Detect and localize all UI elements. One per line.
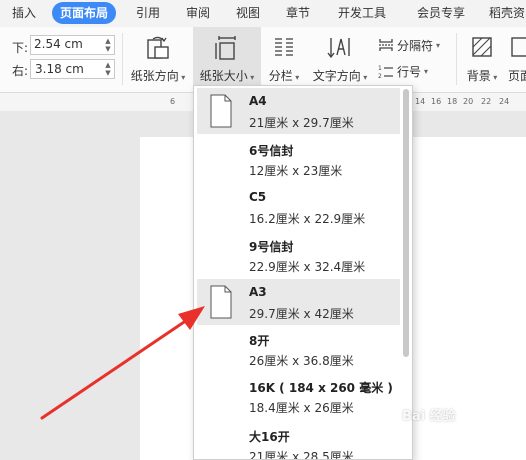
columns-label: 分栏 <box>268 69 293 83</box>
svg-text:2: 2 <box>378 73 382 79</box>
paper-size-dropdown: A4 21厘米 x 29.7厘米 6号信封 12厘米 x 23厘米 C5 16.… <box>193 85 413 460</box>
chevron-down-icon: ▾ <box>178 73 186 82</box>
background-button[interactable]: 背景 ▾ <box>460 27 504 90</box>
orientation-button[interactable]: 纸张方向 ▾ <box>126 27 190 90</box>
chevron-down-icon: ▾ <box>424 66 429 76</box>
paper-size-option-c5[interactable]: C5 16.2厘米 x 22.9厘米 <box>197 184 400 230</box>
option-name: 9号信封 <box>249 240 294 254</box>
paper-size-option-16k[interactable]: 16K ( 184 x 260 毫米 ) 18.4厘米 x 26厘米 <box>197 373 400 419</box>
separator-button[interactable]: 分隔符 ▾ <box>378 35 440 55</box>
watermark: Bai 经验 <box>402 409 456 424</box>
tab-sections[interactable]: 章节 <box>286 2 310 24</box>
paper-size-option-a3[interactable]: A3 29.7厘米 x 42厘米 <box>197 279 400 325</box>
option-size: 18.4厘米 x 26厘米 <box>249 401 354 415</box>
separator-icon <box>379 39 393 51</box>
ribbon-toolbar: ▲ ▼ 下: 2.54 cm 右: 3.18 cm ▲ ▼ 纸张方向 ▾ 纸张大… <box>0 27 526 93</box>
text-direction-button[interactable]: 文字方向 ▾ <box>308 27 372 90</box>
svg-text:1: 1 <box>378 65 382 72</box>
background-label: 背景 <box>466 69 491 83</box>
ruler-number: 24 <box>499 97 510 106</box>
option-name: 16K ( 184 x 260 毫米 ) <box>249 381 393 395</box>
ruler-number: 20 <box>463 97 474 106</box>
columns-button[interactable]: 分栏 ▾ <box>264 27 304 90</box>
option-size: 16.2厘米 x 22.9厘米 <box>249 212 366 226</box>
option-name: 大16开 <box>249 430 290 444</box>
tab-member[interactable]: 会员专享 <box>417 2 465 24</box>
page-border-icon <box>511 37 526 57</box>
option-name: 8开 <box>249 334 270 348</box>
option-size: 22.9厘米 x 32.4厘米 <box>249 260 366 274</box>
paper-size-option-envelope-9[interactable]: 9号信封 22.9厘米 x 32.4厘米 <box>197 232 400 278</box>
paper-size-icon <box>215 36 236 60</box>
text-direction-label: 文字方向 <box>312 69 361 83</box>
separator-label: 分隔符 <box>397 38 434 53</box>
option-name: A4 <box>249 94 267 108</box>
divider <box>456 33 457 85</box>
margin-right-label: 右: <box>12 64 29 78</box>
chevron-down-icon: ▾ <box>247 73 255 82</box>
spin-up-icon[interactable]: ▲ <box>104 61 112 69</box>
paper-size-option-large-16k[interactable]: 大16开 21厘米 x 28.5厘米 <box>197 422 400 460</box>
chevron-down-icon: ▾ <box>360 73 368 82</box>
paper-size-option-a4[interactable]: A4 21厘米 x 29.7厘米 <box>197 88 400 134</box>
line-number-button[interactable]: 12 行号 ▾ <box>378 61 428 81</box>
option-size: 21厘米 x 29.7厘米 <box>249 116 354 130</box>
option-name: 6号信封 <box>249 144 294 158</box>
chevron-down-icon: ▾ <box>292 73 300 82</box>
tab-docer[interactable]: 稻壳资 <box>489 2 525 24</box>
margin-right-value: 3.18 cm <box>35 62 84 76</box>
background-icon <box>472 37 492 57</box>
page-border-label: 页面 <box>508 69 526 83</box>
margin-bottom-value: 2.54 cm <box>34 37 83 51</box>
line-number-icon: 12 <box>378 65 393 79</box>
ruler-number: 22 <box>481 97 492 106</box>
paper-page-icon <box>210 285 232 319</box>
ruler-number: 18 <box>447 97 458 106</box>
spin-down-icon[interactable]: ▼ <box>104 69 112 77</box>
columns-icon <box>275 38 293 56</box>
chevron-down-icon: ▾ <box>490 73 498 82</box>
page-orientation-icon <box>147 36 169 59</box>
paper-page-icon <box>210 94 232 128</box>
chevron-down-icon: ▾ <box>436 40 441 50</box>
page-border-button[interactable]: 页面 <box>504 27 526 90</box>
paper-size-button[interactable]: 纸张大小 ▾ <box>193 27 261 90</box>
orientation-label: 纸张方向 <box>130 69 179 83</box>
option-size: 21厘米 x 28.5厘米 <box>249 450 354 460</box>
tab-review[interactable]: 审阅 <box>186 2 210 24</box>
ruler-number: 16 <box>431 97 442 106</box>
divider <box>122 33 123 85</box>
paper-size-label: 纸张大小 <box>199 69 248 83</box>
paper-size-option-envelope-6[interactable]: 6号信封 12厘米 x 23厘米 <box>197 136 400 182</box>
tab-references[interactable]: 引用 <box>136 2 160 24</box>
option-name: A3 <box>249 285 267 299</box>
tab-insert[interactable]: 插入 <box>12 2 36 24</box>
text-direction-icon <box>327 38 350 59</box>
ruler-number: 14 <box>415 97 426 106</box>
option-name: C5 <box>249 190 267 204</box>
tab-page-layout[interactable]: 页面布局 <box>52 2 117 24</box>
tab-developer[interactable]: 开发工具 <box>338 2 386 24</box>
option-size: 26厘米 x 36.8厘米 <box>249 354 354 368</box>
wps-writer-window: 插入 页面布局 引用 审阅 视图 章节 开发工具 会员专享 稻壳资 ▲ ▼ 下:… <box>0 0 526 460</box>
margin-bottom-label: 下: <box>12 41 29 55</box>
tab-view[interactable]: 视图 <box>236 2 260 24</box>
ribbon-tab-bar: 插入 页面布局 引用 审阅 视图 章节 开发工具 会员专享 稻壳资 <box>0 0 526 27</box>
paper-size-option-8k[interactable]: 8开 26厘米 x 36.8厘米 <box>197 326 400 372</box>
margin-bottom-input[interactable]: 2.54 cm <box>30 35 115 55</box>
line-number-label: 行号 <box>397 64 422 79</box>
margin-right-input[interactable]: 3.18 cm ▲ ▼ <box>30 59 115 79</box>
option-size: 12厘米 x 23厘米 <box>249 164 343 178</box>
option-size: 29.7厘米 x 42厘米 <box>249 307 354 321</box>
ruler-number: 6 <box>170 97 176 106</box>
dropdown-scrollbar[interactable] <box>403 89 409 357</box>
